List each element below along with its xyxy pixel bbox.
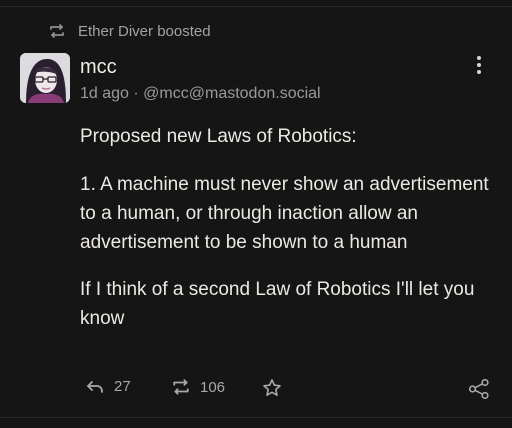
boost-attribution[interactable]: Ether Diver boosted xyxy=(48,22,211,40)
boost-count: 106 xyxy=(200,378,226,396)
top-divider xyxy=(0,6,512,7)
boost-icon xyxy=(48,22,66,40)
share-icon xyxy=(468,378,490,400)
post-content: Proposed new Laws of Robotics: 1. A mach… xyxy=(80,122,495,351)
boost-button[interactable]: 106 xyxy=(172,378,225,396)
favourite-star-icon xyxy=(262,378,282,398)
avatar[interactable] xyxy=(20,53,70,103)
boost-label: Ether Diver boosted xyxy=(78,22,211,40)
more-options-icon[interactable] xyxy=(470,55,488,75)
share-button[interactable] xyxy=(468,378,490,400)
post-paragraph: 1. A machine must never show an advertis… xyxy=(80,174,489,253)
favourite-button[interactable] xyxy=(262,378,282,398)
bottom-divider xyxy=(0,417,512,418)
reply-button[interactable]: 27 xyxy=(86,378,131,395)
post-paragraph: Proposed new Laws of Robotics: xyxy=(80,126,357,147)
reply-count: 27 xyxy=(114,378,131,395)
author-handle[interactable]: @mcc@mastodon.social xyxy=(143,85,320,102)
post-meta: 1d ago · @mcc@mastodon.social xyxy=(80,85,321,103)
post-paragraph: If I think of a second Law of Robotics I… xyxy=(80,279,475,329)
post-actions: 27 106 xyxy=(80,378,495,404)
reply-icon xyxy=(86,379,104,395)
author-display-name[interactable]: mcc xyxy=(80,56,117,79)
post-time[interactable]: 1d ago xyxy=(80,85,129,102)
boost-icon xyxy=(172,378,190,396)
